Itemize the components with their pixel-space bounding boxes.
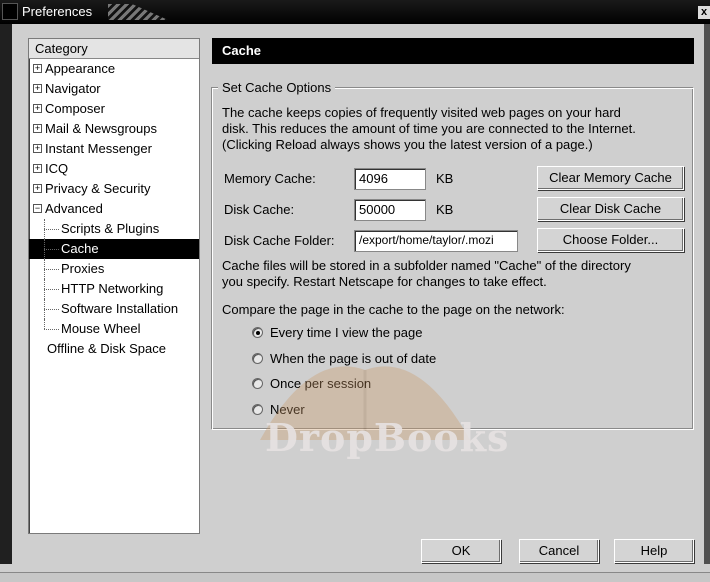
window-title: Preferences (22, 4, 93, 19)
category-item-label: Advanced (45, 201, 103, 216)
category-item-proxies[interactable]: Proxies (29, 259, 199, 279)
category-item-software-installation[interactable]: Software Installation (29, 299, 199, 319)
clear-disk-cache-button[interactable]: Clear Disk Cache (537, 197, 684, 221)
category-header: Category (29, 39, 199, 59)
description-line: (Clicking Reload always shows you the la… (222, 137, 593, 152)
group-label: Set Cache Options (218, 80, 336, 95)
ok-button[interactable]: OK (421, 539, 501, 563)
expand-icon[interactable]: + (33, 144, 42, 154)
expand-icon[interactable]: + (33, 164, 42, 174)
window-frame-bottom (0, 572, 710, 582)
compare-option-label: Once per session (270, 376, 372, 391)
category-item-label: Navigator (45, 81, 101, 96)
radio-checked-icon[interactable] (252, 327, 263, 339)
expand-icon[interactable]: + (33, 84, 42, 94)
category-tree[interactable]: Category + Appearance + Navigator + Compose… (28, 38, 200, 534)
memory-cache-label: Memory Cache: (224, 171, 316, 186)
disk-cache-unit: KB (436, 202, 454, 217)
compare-option-out-of-date[interactable]: When the page is out of date (252, 350, 436, 368)
category-item-navigator[interactable]: + Navigator (29, 79, 199, 99)
category-item-label: Appearance (45, 61, 116, 76)
radio-icon[interactable] (252, 353, 263, 365)
compare-option-never[interactable]: Never (252, 401, 305, 419)
category-item-label: Instant Messenger (45, 141, 152, 156)
category-item-offline-disk-space[interactable]: Offline & Disk Space (29, 339, 199, 359)
category-item-label: Mail & Newsgroups (45, 121, 157, 136)
category-item-icq[interactable]: + ICQ (29, 159, 199, 179)
description-line: disk. This reduces the amount of time yo… (222, 121, 636, 136)
disk-cache-label: Disk Cache: (224, 202, 295, 217)
folder-note: Cache files will be stored in a subfolde… (222, 258, 631, 290)
category-item-mouse-wheel[interactable]: Mouse Wheel (29, 319, 199, 339)
compare-label: Compare the page in the cache to the pag… (222, 302, 565, 317)
category-item-label: Privacy & Security (45, 181, 151, 196)
disk-cache-input[interactable]: 50000 (354, 199, 426, 221)
category-item-composer[interactable]: + Composer (29, 99, 199, 119)
expand-icon[interactable]: + (33, 124, 42, 134)
cache-description: The cache keeps copies of frequently vis… (222, 105, 636, 153)
collapse-icon[interactable]: − (33, 204, 42, 214)
radio-icon[interactable] (252, 378, 263, 390)
category-item-privacy-security[interactable]: + Privacy & Security (29, 179, 199, 199)
category-item-instant-messenger[interactable]: + Instant Messenger (29, 139, 199, 159)
memory-cache-input[interactable]: 4096 (354, 168, 426, 190)
panel-title: Cache (212, 38, 694, 64)
help-button[interactable]: Help (614, 539, 694, 563)
compare-option-once-per-session[interactable]: Once per session (252, 375, 371, 393)
memory-cache-unit: KB (436, 171, 454, 186)
disk-cache-folder-label: Disk Cache Folder: (224, 233, 335, 248)
window-frame-right (704, 24, 710, 564)
choose-folder-button[interactable]: Choose Folder... (537, 228, 684, 252)
radio-icon[interactable] (252, 404, 263, 416)
compare-option-every-time[interactable]: Every time I view the page (252, 324, 422, 342)
compare-option-label: Every time I view the page (270, 325, 423, 340)
category-item-cache[interactable]: Cache (29, 239, 199, 259)
title-bar[interactable]: Preferences x (0, 0, 710, 24)
category-item-appearance[interactable]: + Appearance (29, 59, 199, 79)
window-frame-left (0, 24, 12, 564)
close-button[interactable]: x (698, 6, 710, 19)
cancel-button[interactable]: Cancel (519, 539, 599, 563)
titlebar-decoration (108, 4, 168, 20)
category-item-label: ICQ (45, 161, 69, 176)
compare-option-label: When the page is out of date (270, 351, 437, 366)
category-item-scripts-plugins[interactable]: Scripts & Plugins (29, 219, 199, 239)
disk-cache-folder-input[interactable]: /export/home/taylor/.mozi (354, 230, 518, 252)
description-line: The cache keeps copies of frequently vis… (222, 105, 621, 120)
category-item-label: Composer (45, 101, 105, 116)
folder-note-line: you specify. Restart Netscape for change… (222, 274, 547, 289)
folder-note-line: Cache files will be stored in a subfolde… (222, 258, 631, 273)
expand-icon[interactable]: + (33, 64, 42, 74)
category-item-http-networking[interactable]: HTTP Networking (29, 279, 199, 299)
category-item-advanced[interactable]: − Advanced (29, 199, 199, 219)
expand-icon[interactable]: + (33, 104, 42, 114)
expand-icon[interactable]: + (33, 184, 42, 194)
compare-option-label: Never (270, 402, 305, 417)
category-item-mail-newsgroups[interactable]: + Mail & Newsgroups (29, 119, 199, 139)
window-menu-icon[interactable] (2, 3, 18, 20)
clear-memory-cache-button[interactable]: Clear Memory Cache (537, 166, 684, 190)
